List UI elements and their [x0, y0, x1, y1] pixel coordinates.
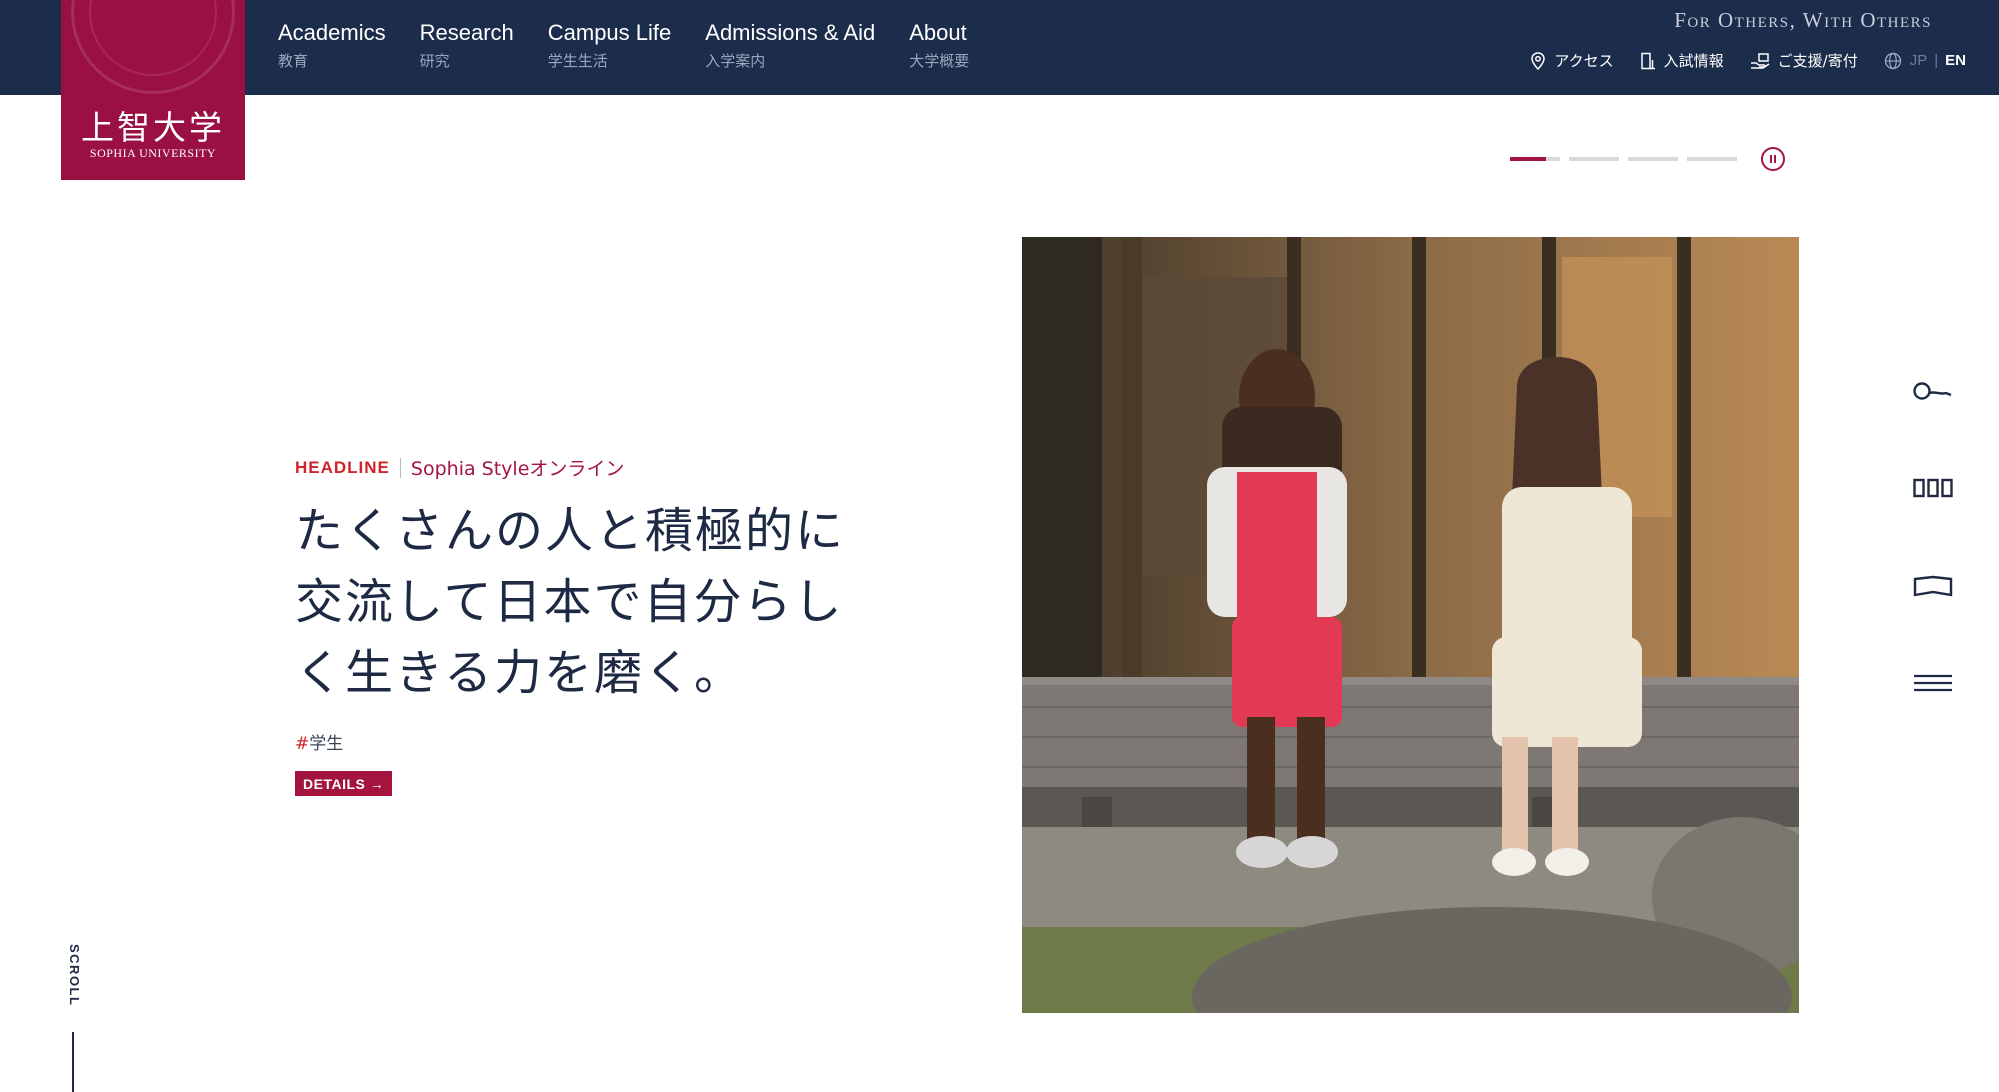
logo-english: SOPHIA UNIVERSITY [89, 146, 217, 160]
map-pin-icon [1531, 51, 1546, 70]
slide-indicator-progress [1510, 157, 1546, 161]
main-nav: Academics 教育 Research 研究 Campus Life 学生生… [278, 18, 1003, 71]
nav-academics-label: Academics [278, 20, 386, 45]
nav-academics-sublabel: 教育 [278, 52, 309, 70]
donation-link[interactable]: ご支援/寄付 [1750, 50, 1858, 71]
headline-meta: HEADLINE Sophia Styleオンライン [295, 454, 624, 481]
search-icon[interactable] [1913, 381, 1953, 403]
donation-label: ご支援/寄付 [1777, 52, 1858, 70]
motto-text: For Others, With Others [1674, 8, 1932, 32]
nav-research-label: Research [419, 20, 514, 45]
slide-indicator-2[interactable] [1569, 157, 1619, 161]
top-bar: Academics 教育 Research 研究 Campus Life 学生生… [0, 0, 1999, 95]
university-logo[interactable]: 上智大学 SOPHIA UNIVERSITY [61, 0, 245, 180]
slide-indicator-3[interactable] [1628, 157, 1678, 161]
tag-label: 学生 [309, 734, 344, 754]
nav-campus-life-label: Campus Life [547, 20, 672, 45]
headline-source[interactable]: Sophia Styleオンライン [411, 454, 624, 481]
pause-button[interactable] [1761, 147, 1785, 171]
nav-campus-life[interactable]: Campus Life 学生生活 [548, 18, 672, 71]
nav-campus-life-sublabel: 学生生活 [547, 52, 608, 70]
headline-divider [399, 457, 401, 478]
utility-links: アクセス 入試情報 ご支援/寄付 JP | EN [1504, 50, 1966, 71]
slide-indicator-1[interactable] [1510, 157, 1560, 161]
globe-icon [1884, 52, 1901, 69]
nav-admissions-label: Admissions & Aid [705, 20, 876, 45]
building-icon [1640, 52, 1655, 69]
donation-icon [1750, 52, 1770, 69]
nav-admissions-sublabel: 入学案内 [705, 52, 766, 70]
hero-photo[interactable] [1022, 237, 1799, 1013]
language-switcher: JP | EN [1884, 52, 1966, 70]
tag-hash: # [295, 734, 310, 754]
menu-icon[interactable] [1913, 673, 1953, 693]
details-button[interactable]: DETAILS → [295, 771, 393, 796]
headline-label: HEADLINE [295, 457, 390, 477]
slide-indicators [1510, 157, 1746, 161]
logo-kanji: 上智大学 [81, 108, 225, 147]
nav-about-label: About [909, 20, 967, 45]
access-label: アクセス [1554, 52, 1614, 70]
lang-separator: | [1934, 52, 1939, 69]
lang-en-link[interactable]: EN [1945, 52, 1966, 69]
nav-about[interactable]: About 大学概要 [909, 18, 969, 71]
lang-jp-link[interactable]: JP [1910, 52, 1928, 69]
scroll-line [72, 1032, 74, 1092]
scroll-label: SCROLL [67, 944, 82, 1007]
book-icon[interactable] [1913, 575, 1953, 597]
library-icon[interactable] [1913, 478, 1953, 498]
nav-research-sublabel: 研究 [419, 52, 450, 70]
headline-title[interactable]: たくさんの人と積極的に交流して日本で自分らしく生きる力を磨く。 [295, 496, 885, 709]
admissions-info-label: 入試情報 [1663, 52, 1724, 70]
slide-indicator-4[interactable] [1687, 157, 1737, 161]
nav-academics[interactable]: Academics 教育 [278, 18, 386, 71]
access-link[interactable]: アクセス [1530, 50, 1614, 71]
headline-tag[interactable]: #学生 [295, 729, 343, 754]
scroll-indicator[interactable]: SCROLL [64, 944, 82, 1007]
hero-photo-illustration [1022, 237, 1799, 1013]
nav-admissions[interactable]: Admissions & Aid 入学案内 [705, 18, 875, 71]
nav-research[interactable]: Research 研究 [420, 18, 514, 71]
admissions-info-link[interactable]: 入試情報 [1640, 50, 1724, 71]
nav-about-sublabel: 大学概要 [909, 52, 970, 70]
